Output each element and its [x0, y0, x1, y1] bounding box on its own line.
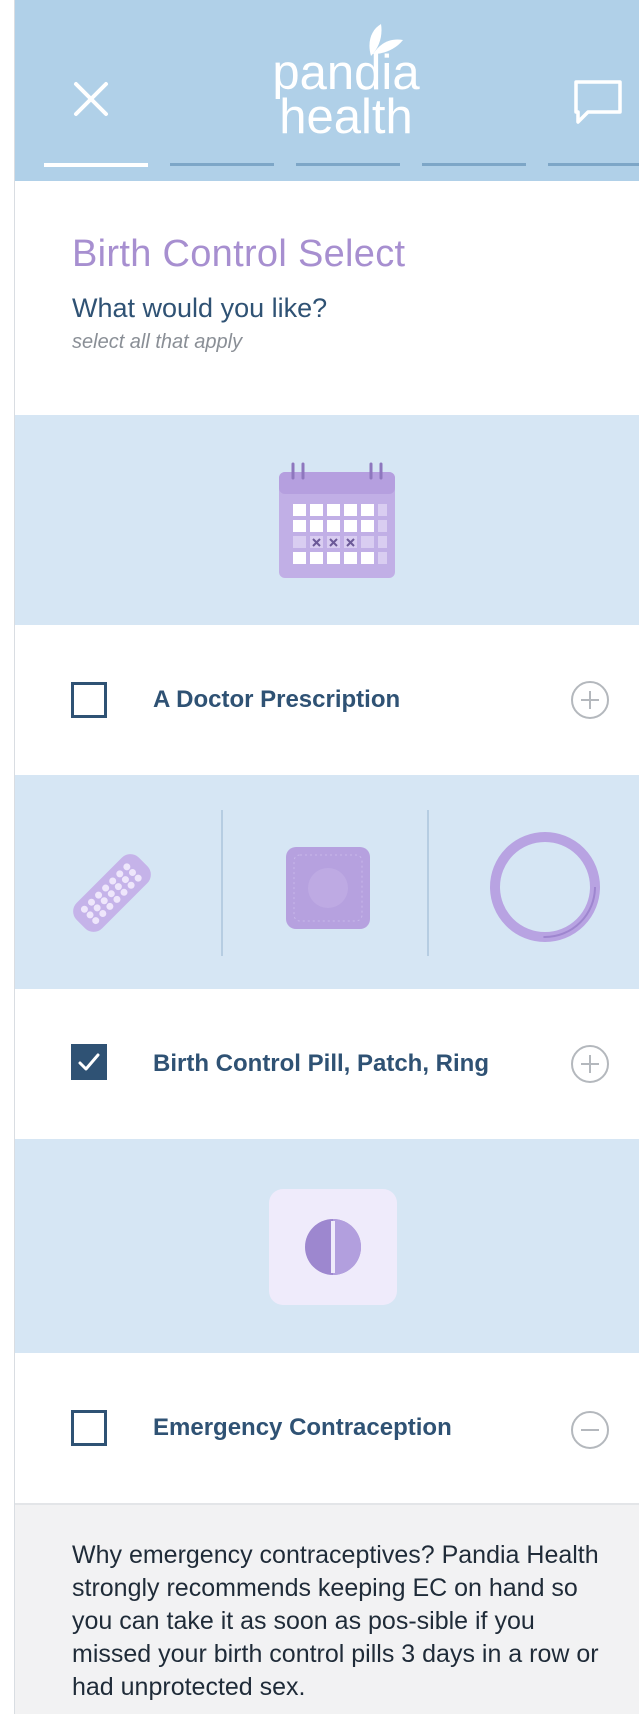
page-title: Birth Control Select [72, 233, 406, 275]
option-emergency-contraception[interactable]: Emergency Contraception [14, 1353, 639, 1503]
option-doctor-prescription-label: A Doctor Prescription [153, 686, 401, 713]
tablet-icon [303, 1217, 363, 1282]
collapse-minus-icon[interactable] [570, 1410, 610, 1450]
option-doctor-prescription-checkbox[interactable] [71, 682, 107, 718]
pill-pack-icon [62, 843, 162, 948]
checkmark-icon [78, 1053, 100, 1071]
progress-step-2 [170, 163, 274, 166]
intro-section: Birth Control Select What would you like… [14, 181, 639, 415]
patch-icon [284, 845, 374, 936]
page-hint: select all that apply [72, 331, 243, 353]
pill-patch-ring-illustration [14, 775, 639, 989]
option-pill-patch-ring-label: Birth Control Pill, Patch, Ring [153, 1050, 489, 1077]
progress-step-5 [548, 163, 639, 166]
tablet-card [269, 1189, 397, 1305]
header: pandia health [14, 0, 639, 181]
option-pill-patch-ring[interactable]: Birth Control Pill, Patch, Ring [14, 989, 639, 1139]
illustration-divider [221, 810, 223, 956]
close-icon[interactable] [70, 78, 112, 120]
emergency-contraception-illustration [14, 1139, 639, 1353]
option-emergency-contraception-checkbox[interactable] [71, 1410, 107, 1446]
app-screen: pandia health Birth Control Select What … [0, 0, 639, 1714]
calendar-icon [261, 460, 411, 589]
brand-logo: pandia health [261, 22, 431, 144]
info-text: Why emergency contraceptives? Pandia Hea… [72, 1541, 599, 1701]
option-emergency-contraception-label: Emergency Contraception [153, 1414, 452, 1441]
option-pill-patch-ring-checkbox[interactable] [71, 1044, 107, 1080]
progress-step-4 [422, 163, 526, 166]
brand-name-line2: health [279, 90, 413, 144]
emergency-contraception-info: Why emergency contraceptives? Pandia Hea… [14, 1503, 639, 1714]
chat-icon[interactable] [570, 76, 626, 128]
doctor-prescription-illustration [14, 415, 639, 625]
expand-plus-icon[interactable] [570, 680, 610, 720]
page-question: What would you like? [72, 293, 328, 323]
progress-step-1 [44, 163, 148, 167]
ring-icon [485, 827, 605, 952]
expand-plus-icon[interactable] [570, 1044, 610, 1084]
illustration-divider [427, 810, 429, 956]
step-progress [44, 163, 639, 167]
progress-step-3 [296, 163, 400, 166]
option-doctor-prescription[interactable]: A Doctor Prescription [14, 625, 639, 775]
